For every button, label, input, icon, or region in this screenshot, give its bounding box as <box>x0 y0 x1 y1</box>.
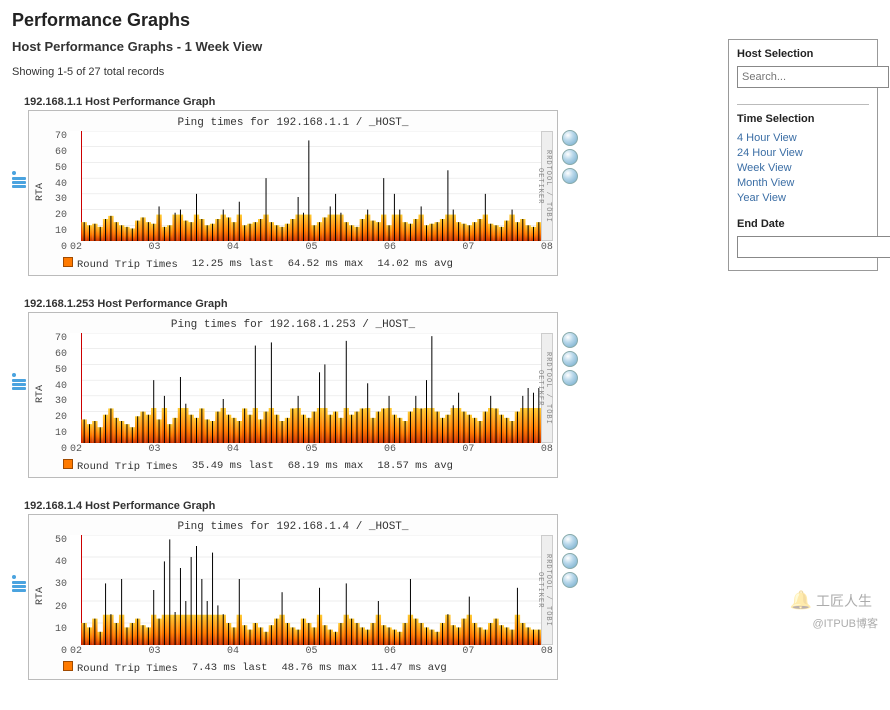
stat-last: 7.43 ms last <box>192 662 268 674</box>
graph-title: 192.168.1.4 Host Performance Graph <box>24 500 592 512</box>
settings-icon[interactable] <box>562 370 578 386</box>
graph-frame: Ping times for 192.168.1.4 / _HOST_ RTA50… <box>28 514 558 680</box>
sidebar: Host Selection Go Time Selection 4 Hour … <box>728 39 878 271</box>
x-ticks: 02030405060708 <box>70 645 553 657</box>
stat-avg: 18.57 ms avg <box>377 460 453 472</box>
stat-max: 64.52 ms max <box>288 258 364 270</box>
divider <box>737 104 869 105</box>
graph-title: 192.168.1.253 Host Performance Graph <box>24 298 592 310</box>
page-title: Performance Graphs <box>12 10 878 31</box>
export-icon[interactable] <box>562 351 578 367</box>
chart-plot <box>70 333 553 443</box>
y-axis-label: RTA <box>33 131 48 253</box>
graph-caption: Ping times for 192.168.1.4 / _HOST_ <box>33 521 553 533</box>
stat-last: 35.49 ms last <box>192 460 274 472</box>
time-selection-heading: Time Selection <box>737 113 869 125</box>
legend-row: Round Trip Times12.25 ms last64.52 ms ma… <box>33 253 553 271</box>
records-count: Showing 1-5 of 27 total records <box>12 66 592 78</box>
export-icon[interactable] <box>562 149 578 165</box>
graph-block: 192.168.1.1 Host Performance Graph Ping t… <box>12 96 592 276</box>
time-link[interactable]: 4 Hour View <box>737 131 869 146</box>
time-link[interactable]: Week View <box>737 161 869 176</box>
graph-frame: Ping times for 192.168.1.1 / _HOST_ RTA70… <box>28 110 558 276</box>
legend-swatch <box>63 459 73 469</box>
rrdtool-label: RRDTOOL / TÖBI OETIKER <box>541 333 553 443</box>
legend-swatch <box>63 661 73 671</box>
settings-icon[interactable] <box>562 168 578 184</box>
x-ticks: 02030405060708 <box>70 241 553 253</box>
watermark-itpub: @ITPUB博客 <box>812 615 878 631</box>
export-icon[interactable] <box>562 553 578 569</box>
stat-avg: 14.02 ms avg <box>377 258 453 270</box>
end-date-input[interactable] <box>737 236 890 258</box>
graph-block: 192.168.1.253 Host Performance Graph Ping… <box>12 298 592 478</box>
watermark-wechat: 🔔 工匠人生 <box>790 590 872 611</box>
zoom-icon[interactable] <box>562 332 578 348</box>
stat-last: 12.25 ms last <box>192 258 274 270</box>
reorder-icon[interactable] <box>12 574 26 592</box>
y-axis-label: RTA <box>33 333 48 455</box>
graph-caption: Ping times for 192.168.1.253 / _HOST_ <box>33 319 553 331</box>
stat-avg: 11.47 ms avg <box>371 662 447 674</box>
rrdtool-label: RRDTOOL / TÖBI OETIKER <box>541 535 553 645</box>
end-date-heading: End Date <box>737 218 869 230</box>
page-subtitle: Host Performance Graphs - 1 Week View <box>12 39 592 54</box>
stat-max: 48.76 ms max <box>281 662 357 674</box>
x-ticks: 02030405060708 <box>70 443 553 455</box>
reorder-icon[interactable] <box>12 372 26 390</box>
y-axis-label: RTA <box>33 535 48 657</box>
rrdtool-label: RRDTOOL / TÖBI OETIKER <box>541 131 553 241</box>
graph-caption: Ping times for 192.168.1.1 / _HOST_ <box>33 117 553 129</box>
chart-plot <box>70 535 553 645</box>
time-link[interactable]: 24 Hour View <box>737 146 869 161</box>
time-link[interactable]: Month View <box>737 176 869 191</box>
graph-title: 192.168.1.1 Host Performance Graph <box>24 96 592 108</box>
time-link[interactable]: Year View <box>737 191 869 206</box>
zoom-icon[interactable] <box>562 534 578 550</box>
reorder-icon[interactable] <box>12 170 26 188</box>
y-ticks: 50403020100 <box>48 535 70 657</box>
stat-max: 68.19 ms max <box>288 460 364 472</box>
search-input[interactable] <box>737 66 889 88</box>
y-ticks: 706050403020100 <box>48 333 70 455</box>
chart-plot <box>70 131 553 241</box>
host-selection-heading: Host Selection <box>737 48 869 60</box>
legend-row: Round Trip Times7.43 ms last48.76 ms max… <box>33 657 553 675</box>
legend-swatch <box>63 257 73 267</box>
legend-row: Round Trip Times35.49 ms last68.19 ms ma… <box>33 455 553 473</box>
y-ticks: 706050403020100 <box>48 131 70 253</box>
graph-frame: Ping times for 192.168.1.253 / _HOST_ RTA… <box>28 312 558 478</box>
graph-block: 192.168.1.4 Host Performance Graph Ping t… <box>12 500 592 680</box>
settings-icon[interactable] <box>562 572 578 588</box>
zoom-icon[interactable] <box>562 130 578 146</box>
main-column: Host Performance Graphs - 1 Week View Sh… <box>12 39 592 702</box>
